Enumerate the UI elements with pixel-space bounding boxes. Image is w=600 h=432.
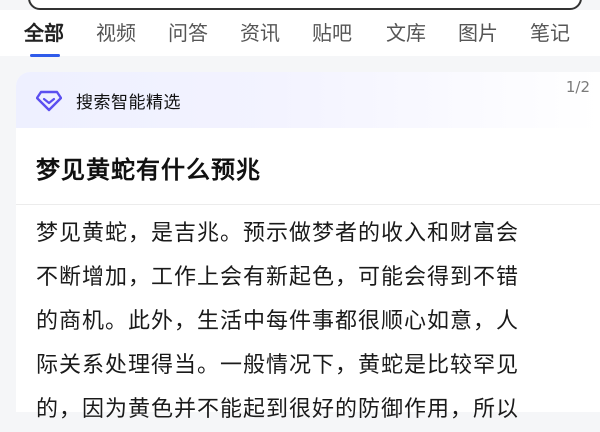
answer-line: 的商机。此外，生活中每件事都很顺心如意，人: [36, 309, 520, 334]
tab-video[interactable]: 视频: [96, 16, 136, 50]
answer-line: 梦见黄蛇，是吉兆。预示做梦者的收入和财富会: [36, 221, 520, 246]
smart-answer-card[interactable]: 搜索智能精选 1/2 梦见黄蛇有什么预兆 梦见黄蛇，是吉兆。预示做梦者的收入和财…: [16, 72, 600, 422]
tab-wenku[interactable]: 文库: [386, 16, 426, 50]
divider: [16, 204, 600, 205]
smart-pick-label: 搜索智能精选: [76, 93, 181, 113]
answer-line: 不断增加，工作上会有新起色，可能会得到不错: [36, 265, 520, 290]
question-title[interactable]: 梦见黄蛇有什么预兆: [36, 150, 261, 185]
page-indicator: 1/2: [565, 78, 590, 96]
tab-tieba[interactable]: 贴吧: [312, 16, 352, 50]
tab-notes[interactable]: 笔记: [530, 16, 570, 50]
category-tabs: 全部 视频 问答 资讯 贴吧 文库 图片 笔记: [0, 10, 600, 57]
tab-images[interactable]: 图片: [458, 16, 498, 50]
answer-text: 梦见黄蛇，是吉兆。预示做梦者的收入和财富会 不断增加，工作上会有新起色，可能会得…: [36, 212, 596, 432]
search-box[interactable]: [28, 0, 582, 10]
tab-all[interactable]: 全部: [24, 16, 64, 50]
tab-qa[interactable]: 问答: [168, 16, 208, 50]
diamond-icon: [36, 90, 62, 112]
answer-line: 际关系处理得当。一般情况下，黄蛇是比较罕见: [36, 353, 520, 378]
card-header: 搜索智能精选 1/2: [16, 72, 600, 128]
active-tab-indicator: [30, 54, 60, 57]
answer-line: 的，因为黄色并不能起到很好的防御作用，所以: [36, 397, 520, 422]
tab-news[interactable]: 资讯: [240, 16, 280, 50]
search-bar-edge[interactable]: [0, 0, 600, 10]
